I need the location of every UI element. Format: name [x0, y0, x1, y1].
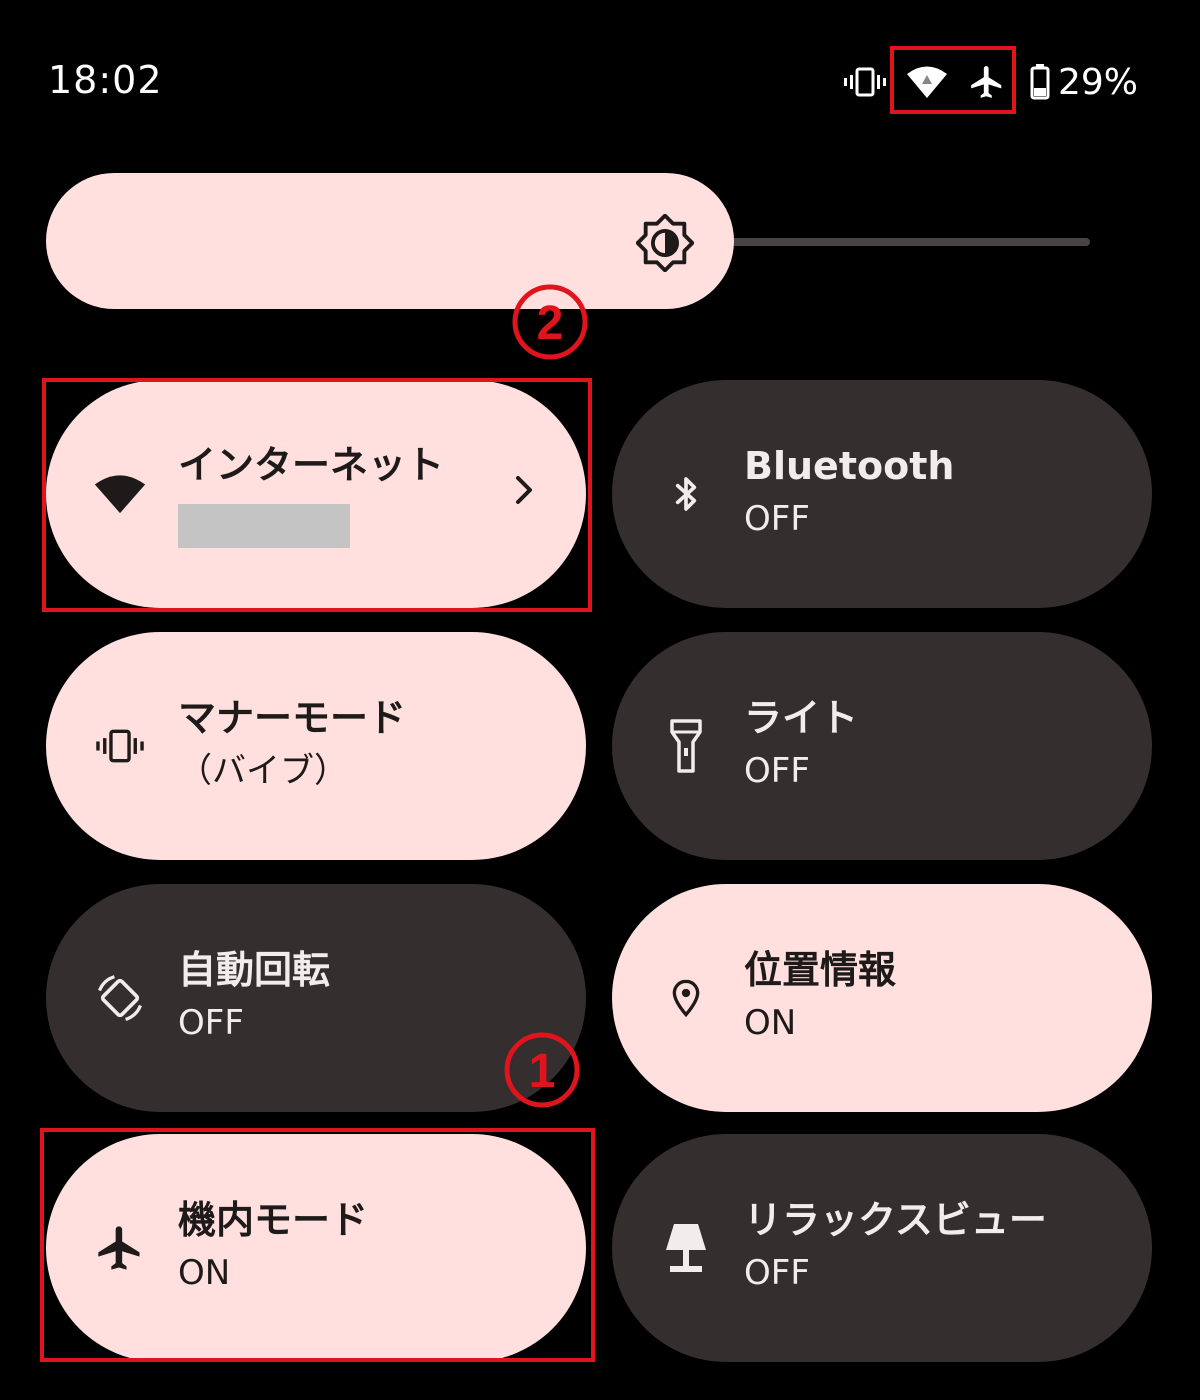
battery-icon [1030, 64, 1050, 100]
airplane-icon [968, 63, 1006, 101]
airplane-icon [94, 1222, 146, 1274]
vibrate-icon [842, 67, 888, 97]
svg-text:1: 1 [529, 1045, 556, 1098]
svg-text:2: 2 [537, 297, 564, 350]
tile-bluetooth-title: Bluetooth [744, 444, 955, 488]
tile-auto-rotate-status: OFF [178, 1003, 244, 1043]
tile-manner-mode-title: マナーモード [178, 696, 407, 740]
tile-flashlight[interactable]: ライト OFF [612, 632, 1152, 860]
redacted-network-name [178, 504, 350, 548]
status-icons: 29% [842, 56, 1138, 108]
tile-airplane-mode[interactable]: 機内モード ON [46, 1134, 586, 1362]
tile-airplane-mode-status: ON [178, 1253, 231, 1293]
bluetooth-icon [660, 468, 712, 520]
vibrate-icon [94, 720, 146, 772]
tile-location[interactable]: 位置情報 ON [612, 884, 1152, 1112]
tile-airplane-mode-title: 機内モード [178, 1198, 369, 1242]
tile-manner-mode[interactable]: マナーモード （バイブ） [46, 632, 586, 860]
tile-flashlight-title: ライト [744, 696, 859, 740]
tile-relax-view-title: リラックスビュー [744, 1198, 1047, 1242]
tile-location-title: 位置情報 [744, 948, 897, 992]
auto-rotate-icon [94, 972, 146, 1024]
tile-auto-rotate-title: 自動回転 [178, 948, 331, 992]
brightness-slider[interactable] [46, 173, 734, 309]
tile-bluetooth[interactable]: Bluetooth OFF [612, 380, 1152, 608]
wifi-icon [906, 65, 948, 99]
location-icon [660, 972, 712, 1024]
wifi-icon [94, 468, 146, 520]
chevron-right-icon[interactable] [512, 472, 538, 512]
flashlight-icon [660, 719, 712, 773]
annotation-marker-2: 2 [512, 284, 588, 360]
tile-relax-view-status: OFF [744, 1253, 810, 1293]
tile-bluetooth-status: OFF [744, 499, 810, 539]
tile-location-status: ON [744, 1003, 797, 1043]
brightness-track[interactable] [730, 238, 1090, 246]
tile-internet-title: インターネット [178, 443, 445, 487]
lamp-icon [660, 1222, 712, 1274]
status-time: 18:02 [48, 58, 163, 102]
tile-manner-mode-status: （バイブ） [178, 751, 348, 791]
battery-percent: 29% [1057, 61, 1138, 103]
brightness-icon [635, 213, 695, 276]
tile-flashlight-status: OFF [744, 751, 810, 791]
annotation-marker-1: 1 [504, 1032, 580, 1108]
tile-internet[interactable]: インターネット [46, 380, 586, 608]
tile-relax-view[interactable]: リラックスビュー OFF [612, 1134, 1152, 1362]
